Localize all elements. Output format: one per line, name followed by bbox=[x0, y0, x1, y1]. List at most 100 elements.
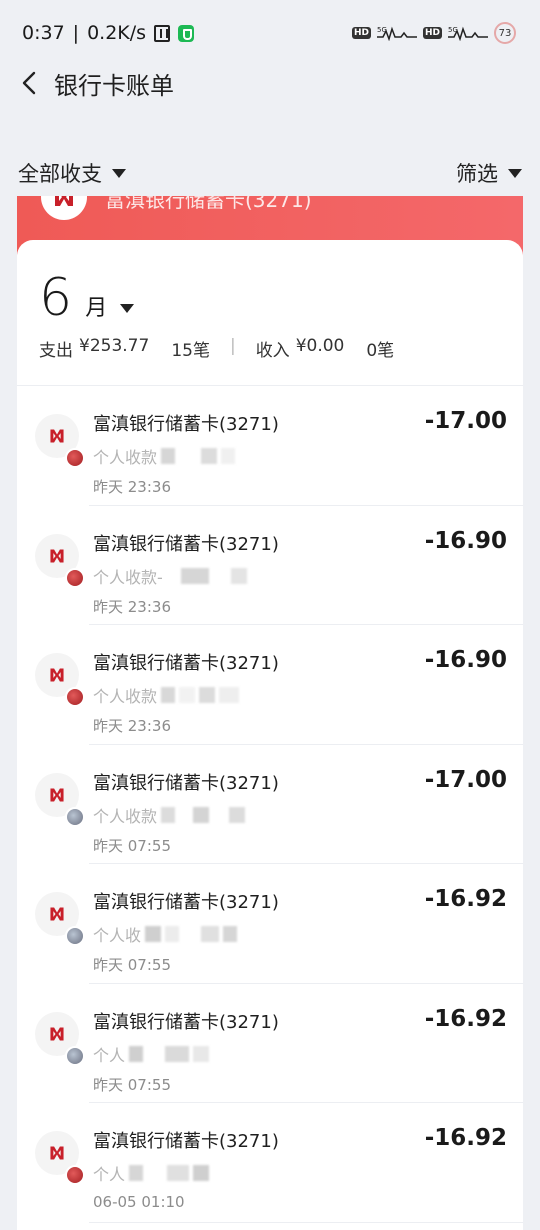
payee-avatar bbox=[65, 448, 85, 468]
payee-avatar bbox=[65, 1045, 85, 1066]
status-bar: 0:37 | 0.2K/s HD 5G HD 5G 73 bbox=[0, 0, 540, 66]
redacted-block bbox=[179, 806, 190, 823]
transaction-description: 个人收款 bbox=[93, 444, 236, 468]
transaction-row[interactable]: 富滇银行储蓄卡(3271) 个人收 昨天 07:55 -16.92 bbox=[17, 864, 523, 984]
transaction-amount: -16.92 bbox=[424, 886, 507, 912]
transaction-time: 昨天 07:55 bbox=[93, 1075, 171, 1094]
month-unit: 月 bbox=[85, 296, 108, 321]
transaction-description-text: 个人收款- bbox=[93, 567, 163, 587]
transaction-description: 个人收款 bbox=[93, 803, 246, 827]
transaction-description-text: 个人收款 bbox=[93, 806, 158, 826]
redacted-block bbox=[147, 1165, 164, 1181]
shield-icon bbox=[178, 24, 195, 42]
transaction-bank-name: 富滇银行储蓄卡(3271) bbox=[93, 772, 279, 794]
redacted-block bbox=[166, 567, 177, 584]
expense-count: 15笔 bbox=[171, 341, 210, 361]
transaction-time: 昨天 07:55 bbox=[93, 956, 171, 974]
back-arrow-icon[interactable] bbox=[16, 68, 46, 98]
redacted-block bbox=[219, 687, 240, 703]
redacted-block bbox=[230, 567, 247, 584]
income-label: 收入 bbox=[255, 341, 290, 361]
transaction-bank-name: 富滇银行储蓄卡(3271) bbox=[93, 1131, 279, 1152]
redacted-block bbox=[221, 448, 236, 464]
transaction-description-text: 个人 bbox=[93, 1045, 126, 1065]
dropdown-arrow-icon bbox=[112, 168, 126, 178]
transaction-description-text: 个人 bbox=[93, 1165, 126, 1184]
redacted-block bbox=[165, 926, 180, 942]
status-time: 0:37 bbox=[22, 22, 65, 44]
transaction-description-text: 个人收款 bbox=[93, 687, 158, 706]
status-separator: | bbox=[72, 22, 80, 44]
redacted-block bbox=[145, 926, 162, 942]
redacted-block bbox=[129, 1045, 144, 1062]
hd-icon-2: HD bbox=[422, 27, 442, 39]
transaction-row[interactable]: 富滇银行储蓄卡(3271) 个人收款- 昨天 23:36 -16.90 bbox=[17, 506, 523, 625]
status-speed: 0.2K/s bbox=[87, 22, 147, 44]
transaction-amount: -16.92 bbox=[424, 1125, 507, 1151]
signal-icon-2: 5G bbox=[448, 26, 488, 41]
transaction-description: 个人收款- bbox=[93, 564, 247, 588]
redacted-block bbox=[193, 1165, 210, 1181]
month-dropdown-icon bbox=[120, 304, 135, 313]
filter-bar: 全部收支 筛选 bbox=[0, 156, 540, 192]
redacted-block bbox=[201, 448, 218, 464]
filter-dropdown[interactable]: 筛选 bbox=[456, 158, 522, 188]
filter-arrow-icon bbox=[508, 168, 522, 178]
all-income-expense-dropdown[interactable]: 全部收支 bbox=[18, 158, 126, 188]
month-number: 6 bbox=[39, 268, 73, 328]
transaction-amount: -16.92 bbox=[424, 1005, 507, 1032]
payee-avatar bbox=[65, 567, 85, 588]
redacted-block bbox=[147, 1045, 162, 1062]
redacted-block bbox=[199, 687, 216, 703]
redacted-block bbox=[183, 926, 198, 942]
transaction-time: 昨天 23:36 bbox=[93, 478, 171, 496]
redacted-block bbox=[212, 567, 227, 584]
redacted-block bbox=[179, 687, 196, 703]
redacted-block bbox=[229, 806, 246, 823]
nfc-icon bbox=[154, 24, 171, 42]
status-left: 0:37 | 0.2K/s bbox=[22, 22, 195, 44]
redacted-block bbox=[180, 567, 209, 584]
transaction-row[interactable]: 富滇银行储蓄卡(3271) 个人收款昨天 23:36 -17.00 bbox=[17, 386, 523, 506]
transaction-description-text: 个人收款 bbox=[93, 448, 158, 467]
transaction-bank-name: 富滇银行储蓄卡(3271) bbox=[93, 892, 279, 913]
bank-logo-icon bbox=[41, 196, 87, 220]
transaction-bank-name: 富滇银行储蓄卡(3271) bbox=[93, 533, 279, 555]
transaction-amount: -17.00 bbox=[424, 408, 507, 434]
redacted-block bbox=[193, 1045, 210, 1062]
income-amount: ¥0.00 bbox=[295, 336, 345, 356]
transaction-time: 06-05 01:10 bbox=[93, 1193, 185, 1211]
expense-amount: ¥253.77 bbox=[79, 336, 150, 356]
payee-avatar bbox=[65, 926, 85, 946]
redacted-block bbox=[161, 448, 176, 464]
redacted-block bbox=[165, 1045, 190, 1062]
transaction-time: 昨天 23:36 bbox=[93, 597, 171, 616]
payee-avatar bbox=[65, 687, 85, 707]
redacted-block bbox=[213, 806, 226, 823]
transaction-amount: -17.00 bbox=[424, 766, 507, 793]
signal-icon: 5G bbox=[376, 26, 417, 41]
page-title: 银行卡账单 bbox=[54, 72, 174, 100]
transaction-bank-name: 富滇银行储蓄卡(3271) bbox=[93, 414, 279, 435]
nav-bar: 银行卡账单 bbox=[0, 58, 540, 110]
month-selector[interactable]: 6 月 bbox=[39, 268, 135, 328]
status-right: HD 5G HD 5G 73 bbox=[351, 22, 516, 44]
transaction-row[interactable]: 富滇银行储蓄卡(3271) 个人 昨天 07:55 -16.92 bbox=[17, 984, 523, 1103]
expense-label: 支出 bbox=[39, 341, 73, 361]
transaction-time: 昨天 07:55 bbox=[93, 836, 171, 855]
payee-avatar bbox=[65, 1165, 85, 1185]
transaction-row[interactable]: 富滇银行储蓄卡(3271) 个人 06-05 01:10 -16.92 bbox=[17, 1103, 523, 1223]
transaction-row[interactable]: 富滇银行储蓄卡(3271) 个人收款 昨天 23:36 -16.90 bbox=[17, 625, 523, 745]
payee-avatar bbox=[65, 806, 85, 827]
redacted-block bbox=[179, 448, 198, 464]
transaction-list: 富滇银行储蓄卡(3271) 个人收款 昨天 23:36 -17.00 富滇银行储蓄卡(3… bbox=[17, 386, 523, 1223]
income-count: 0笔 bbox=[366, 341, 395, 361]
transaction-bank-name: 富滇银行储蓄卡(3271) bbox=[93, 653, 279, 674]
redacted-block bbox=[161, 687, 176, 703]
bill-list-card: 6 月 支出 ¥253.77 15笔 | 收入 ¥0.00 0笔 富滇银行储蓄卡… bbox=[17, 240, 523, 1230]
transaction-row[interactable]: 富滇银行储蓄卡(3271) 个人收款昨天 07:55 -17.00 bbox=[17, 745, 523, 864]
hd-icon: HD bbox=[351, 27, 371, 39]
transaction-time: 昨天 23:36 bbox=[93, 717, 171, 735]
transaction-description: 个人 bbox=[93, 1161, 210, 1185]
redacted-block bbox=[161, 806, 176, 823]
